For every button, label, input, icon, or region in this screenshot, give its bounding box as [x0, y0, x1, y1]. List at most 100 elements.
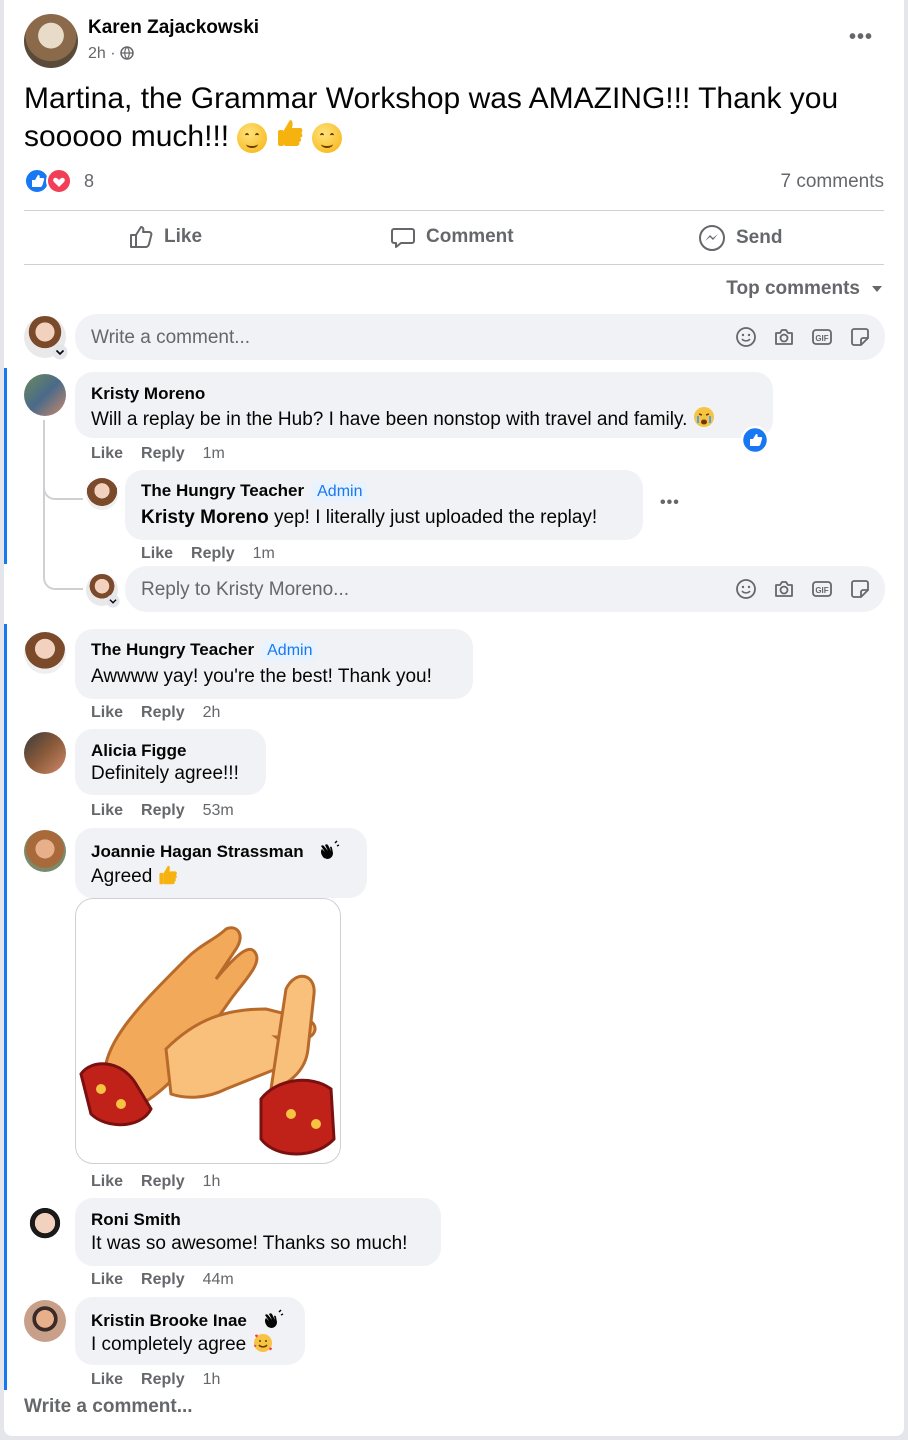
comment-time[interactable]: 1m [203, 445, 225, 462]
post-time[interactable]: 2h · [88, 45, 134, 63]
comment-time[interactable]: 53m [203, 802, 234, 819]
send-button[interactable]: Send [698, 224, 782, 252]
commenter-name[interactable]: Roni Smith [91, 1210, 181, 1230]
commenter-name-text[interactable]: Joannie Hagan Strassman [91, 842, 304, 861]
commenter-name: The Hungry Teacher Admin [141, 481, 368, 502]
commenter-name: The Hungry Teacher Admin [91, 640, 318, 661]
comment-button-label: Comment [426, 226, 514, 247]
comment-like-link[interactable]: Like [91, 1271, 123, 1288]
gif-icon[interactable]: GIF [811, 578, 833, 600]
commenter-name-text[interactable]: The Hungry Teacher [91, 640, 254, 659]
commenter-name[interactable]: Alicia Figge [91, 741, 186, 761]
comment-time[interactable]: 2h [203, 704, 221, 721]
avatar[interactable] [24, 732, 66, 774]
post-time-text: 2h · [88, 45, 116, 62]
comment-meta: Like Reply 1h [91, 1371, 220, 1389]
camera-icon[interactable] [773, 326, 795, 348]
post-options-icon[interactable]: ••• [849, 26, 873, 49]
author-avatar[interactable] [24, 14, 78, 68]
camera-icon[interactable] [773, 578, 795, 600]
avatar[interactable] [24, 374, 66, 416]
sticker-icon[interactable] [849, 326, 871, 348]
comment-button[interactable]: Comment [390, 224, 514, 250]
sort-dropdown[interactable]: Top comments [726, 278, 884, 300]
smile-emoji-icon-2 [312, 123, 343, 154]
commenter-name-text[interactable]: Kristin Brooke Inae [91, 1311, 247, 1330]
send-button-label: Send [736, 227, 783, 248]
emoji-icon[interactable] [735, 578, 757, 600]
comment-like-link[interactable]: Like [91, 1173, 123, 1190]
comment-icon [391, 228, 415, 248]
comment-time[interactable]: 1h [203, 1173, 221, 1190]
avatar[interactable] [24, 830, 66, 872]
comment-options-icon[interactable]: ••• [660, 494, 680, 512]
chevron-down-icon[interactable] [52, 344, 68, 360]
crying-emoji-icon [693, 407, 714, 427]
avatar[interactable] [86, 478, 118, 510]
commenter-name: Joannie Hagan Strassman [91, 840, 340, 862]
reactions-summary[interactable]: 8 [24, 168, 94, 194]
comment-reply-link[interactable]: Reply [141, 704, 185, 721]
love-reaction-icon [46, 168, 72, 194]
thread-branch-2 [43, 560, 83, 590]
smiling-hearts-emoji-icon [253, 1334, 272, 1352]
avatar[interactable] [24, 1300, 66, 1342]
reply-input-placeholder: Reply to Kristy Moreno... [141, 579, 350, 600]
comment-like-link[interactable]: Like [91, 704, 123, 721]
comment-input[interactable]: Write a comment... GIF [75, 314, 885, 360]
comment-reply-link[interactable]: Reply [141, 1271, 185, 1288]
comment-time[interactable]: 1h [203, 1371, 221, 1388]
comment-reply-link[interactable]: Reply [141, 1173, 185, 1190]
avatar[interactable] [24, 632, 66, 674]
comment-like-link[interactable]: Like [91, 802, 123, 819]
divider-bottom [24, 264, 884, 265]
comment-like-link[interactable]: Like [91, 445, 123, 462]
clapping-hands-sticker[interactable] [75, 898, 341, 1164]
comment-text-body: I completely agree [91, 1334, 247, 1355]
emoji-icon[interactable] [735, 326, 757, 348]
comment-text-body: Agreed [91, 866, 153, 887]
comment-time[interactable]: 1m [253, 545, 275, 562]
sort-label: Top comments [726, 278, 860, 299]
comment-bubble: Joannie Hagan Strassman Agreed [75, 828, 367, 898]
comment-like-link[interactable]: Like [141, 545, 173, 562]
thread-branch [43, 470, 83, 500]
wave-badge-icon [321, 840, 340, 859]
comment-reply-link[interactable]: Reply [141, 802, 185, 819]
admin-badge: Admin [262, 641, 318, 661]
chevron-down-icon[interactable] [106, 594, 120, 608]
comment-reply-link[interactable]: Reply [191, 545, 235, 562]
write-comment-link[interactable]: Write a comment... [24, 1396, 193, 1418]
comment-bubble: Alicia Figge Definitely agree!!! [75, 729, 266, 795]
comment-meta: Like Reply 1h [91, 1173, 220, 1191]
comment-text-body: yep! I literally just uploaded the repla… [268, 507, 598, 528]
comment-meta: Like Reply 44m [91, 1271, 234, 1289]
comment-reply-link[interactable]: Reply [141, 445, 185, 462]
like-icon [130, 226, 153, 248]
avatar[interactable] [24, 1200, 66, 1242]
like-button[interactable]: Like [128, 224, 202, 250]
author-name[interactable]: Karen Zajackowski [88, 17, 259, 39]
comment-reply-link[interactable]: Reply [141, 1371, 185, 1388]
like-reaction-badge-icon[interactable] [741, 426, 769, 454]
commenter-name-text[interactable]: The Hungry Teacher [141, 481, 304, 500]
wave-badge-icon [264, 1309, 283, 1328]
reply-input[interactable]: Reply to Kristy Moreno... GIF [125, 566, 885, 612]
comment-bubble: Roni Smith It was so awesome! Thanks so … [75, 1198, 441, 1266]
messenger-icon [699, 225, 725, 251]
comment-bubble: Kristy Moreno Will a replay be in the Hu… [75, 372, 773, 438]
comment-text: It was so awesome! Thanks so much! [91, 1233, 408, 1254]
comment-time[interactable]: 44m [203, 1271, 234, 1288]
clapping-hands-icon [79, 926, 336, 1156]
mention-link[interactable]: Kristy Moreno [141, 507, 269, 528]
smile-emoji-icon [237, 123, 268, 154]
commenter-name[interactable]: Kristy Moreno [91, 384, 205, 404]
gif-icon[interactable]: GIF [811, 326, 833, 348]
comment-meta: Like Reply 1m [141, 545, 275, 563]
post-text-line2-text: sooooo much!!! [24, 120, 230, 153]
comment-like-link[interactable]: Like [91, 1371, 123, 1388]
sticker-icon[interactable] [849, 578, 871, 600]
post-text-line1: Martina, the Grammar Workshop was AMAZIN… [24, 82, 839, 115]
comment-count[interactable]: 7 comments [781, 171, 884, 193]
new-comment-marker [4, 368, 7, 564]
